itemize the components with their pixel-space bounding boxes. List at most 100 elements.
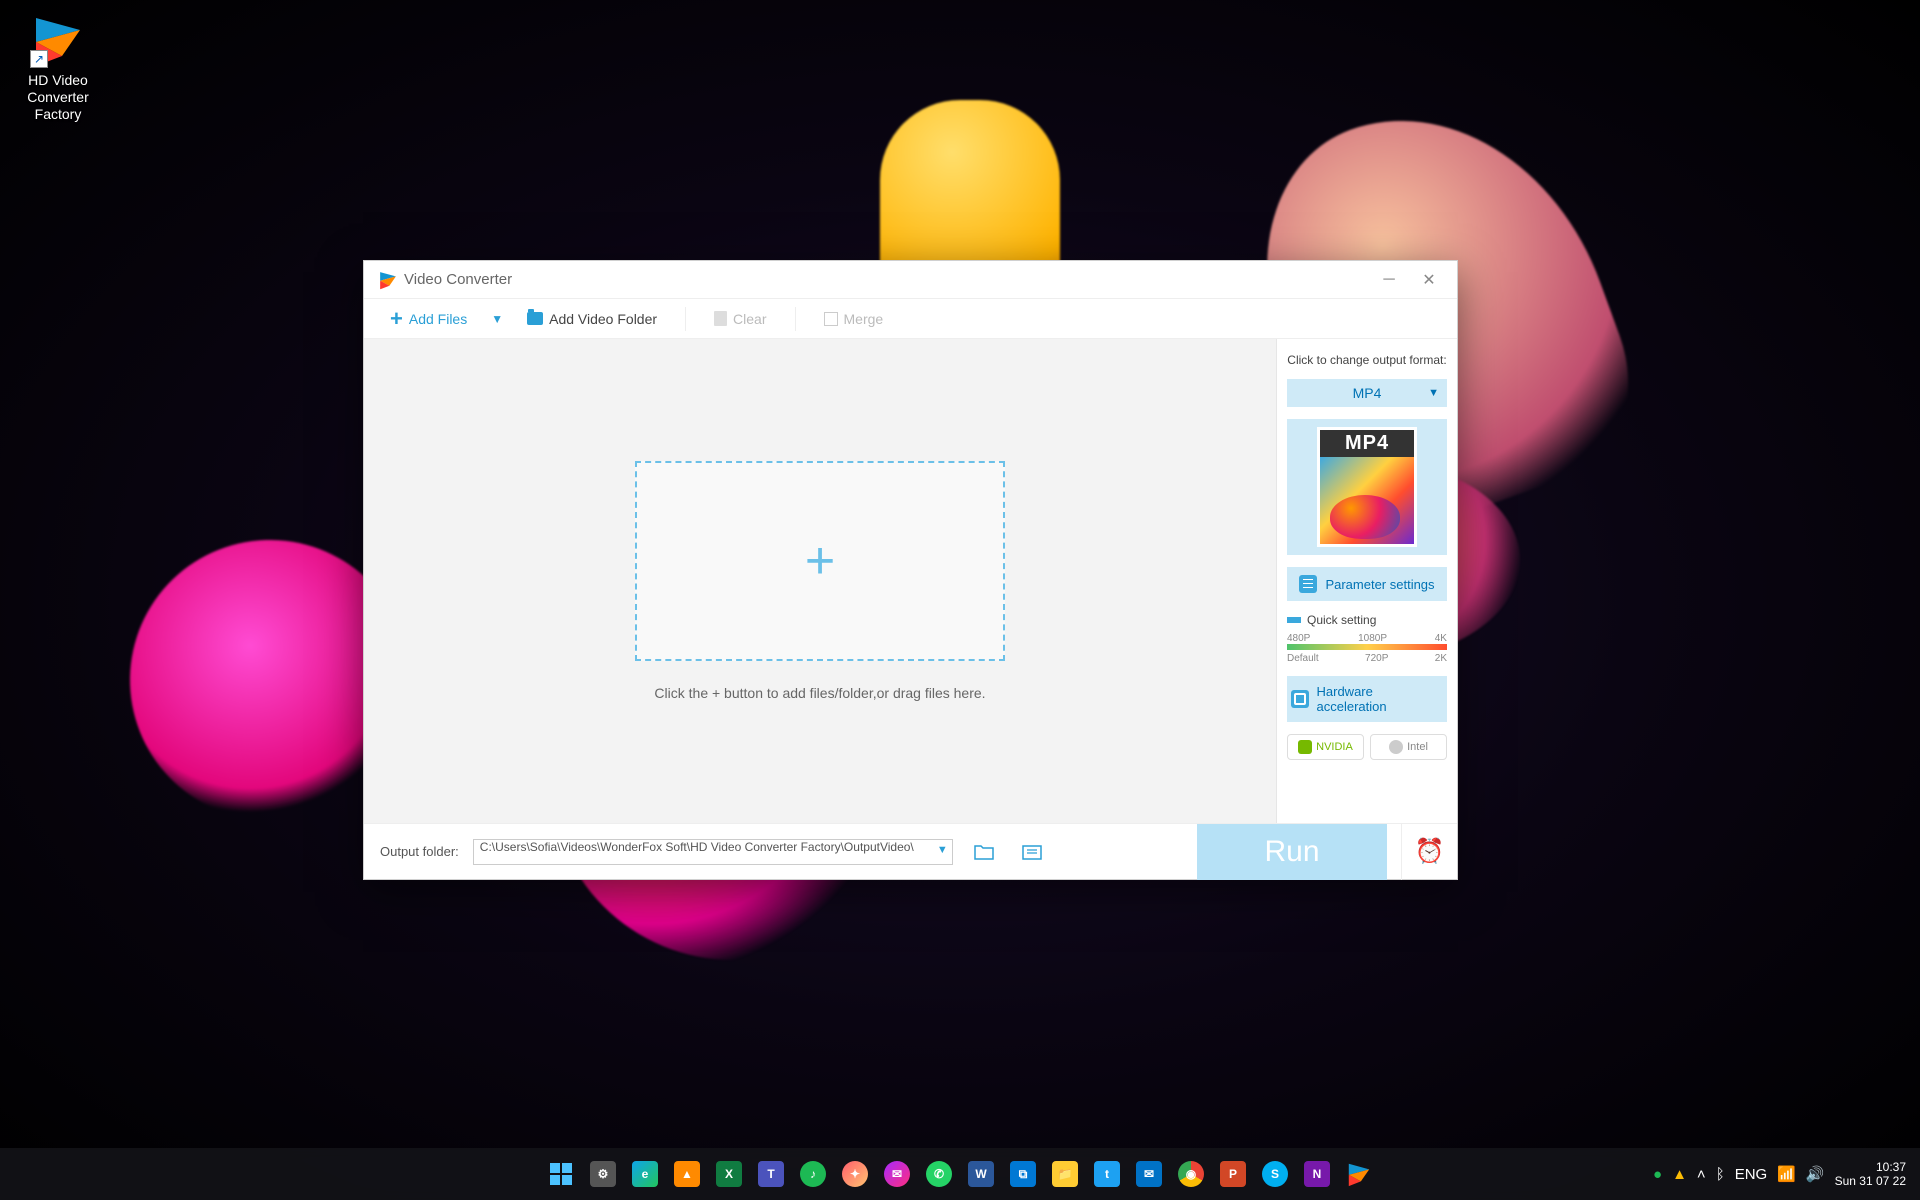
sliders-icon [1299, 575, 1317, 593]
output-folder-label: Output folder: [380, 844, 459, 859]
clear-button[interactable]: Clear [704, 307, 776, 331]
parameter-settings-label: Parameter settings [1325, 577, 1434, 592]
plus-icon: + [805, 531, 835, 591]
add-folder-label: Add Video Folder [549, 311, 657, 327]
tray-language[interactable]: ENG [1735, 1166, 1768, 1183]
merge-icon [824, 312, 838, 326]
app-logo-icon: ↗ [30, 12, 86, 68]
hardware-acceleration-button[interactable]: Hardware acceleration [1287, 676, 1447, 722]
plus-icon: + [390, 308, 403, 330]
taskbar-center: ⚙ e ▲ X T ♪ ✦ ✉ ✆ W ⧉ 📁 t ✉ ◉ P S N [543, 1156, 1377, 1192]
tray-clock[interactable]: 10:37 Sun 31 07 22 [1835, 1160, 1906, 1189]
tray-volume-icon[interactable]: 🔊 [1806, 1165, 1825, 1183]
tick-label: 720P [1365, 653, 1388, 664]
format-badge: MP4 [1320, 430, 1414, 457]
format-preview-image [1320, 457, 1414, 544]
taskbar-onenote-icon[interactable]: N [1299, 1156, 1335, 1192]
quick-setting-label: Quick setting [1287, 613, 1447, 627]
chip-icon [1291, 690, 1309, 708]
tray-date: Sun 31 07 22 [1835, 1174, 1906, 1188]
taskbar-whatsapp-icon[interactable]: ✆ [921, 1156, 957, 1192]
alarm-clock-icon: ⏰ [1415, 837, 1445, 866]
output-format-label: Click to change output format: [1287, 353, 1447, 367]
taskbar-video-converter-icon[interactable] [1341, 1156, 1377, 1192]
sidebar: Click to change output format: MP4 ▼ MP4… [1277, 339, 1457, 823]
tick-label: Default [1287, 653, 1319, 664]
tick-label: 2K [1435, 653, 1447, 664]
taskbar-settings-icon[interactable]: ⚙ [585, 1156, 621, 1192]
window-title: Video Converter [404, 271, 512, 288]
quick-setting: Quick setting 480P 1080P 4K Default 720P… [1287, 613, 1447, 664]
merge-button[interactable]: Merge [814, 307, 894, 331]
output-format-thumbnail[interactable]: MP4 [1287, 419, 1447, 555]
tick-label: 480P [1287, 633, 1310, 644]
gpu-intel-chip[interactable]: Intel [1370, 734, 1447, 760]
dropzone-hint: Click the + button to add files/folder,o… [654, 685, 985, 701]
taskbar-spotify-icon[interactable]: ♪ [795, 1156, 831, 1192]
tick-label: 1080P [1358, 633, 1387, 644]
schedule-button[interactable]: ⏰ [1401, 824, 1457, 880]
output-format-dropdown[interactable]: MP4 ▼ [1287, 379, 1447, 407]
minimize-button[interactable]: ─ [1369, 265, 1409, 295]
add-files-label: Add Files [409, 311, 467, 327]
taskbar-excel-icon[interactable]: X [711, 1156, 747, 1192]
start-button[interactable] [543, 1156, 579, 1192]
gpu-intel-label: Intel [1407, 741, 1428, 753]
taskbar-store-icon[interactable]: ⧉ [1005, 1156, 1041, 1192]
bottom-bar: Output folder: C:\Users\Sofia\Videos\Won… [364, 823, 1457, 879]
tray-bluetooth-icon[interactable]: ᛒ [1716, 1166, 1725, 1183]
tray-wifi-icon[interactable]: 📶 [1777, 1165, 1796, 1183]
dropzone[interactable]: + [635, 461, 1005, 661]
intel-icon [1389, 740, 1403, 754]
nvidia-icon [1298, 740, 1312, 754]
hw-accel-label: Hardware acceleration [1317, 684, 1444, 714]
run-label: Run [1264, 835, 1319, 869]
system-tray: ● ▲ ˄ ᛒ ENG 📶 🔊 10:37 Sun 31 07 22 [1639, 1160, 1920, 1189]
trash-icon [714, 311, 727, 326]
taskbar-explorer-icon[interactable]: 📁 [1047, 1156, 1083, 1192]
open-output-folder-button[interactable] [1015, 838, 1049, 866]
merge-label: Merge [844, 311, 884, 327]
parameter-settings-button[interactable]: Parameter settings [1287, 567, 1447, 601]
taskbar-teams-icon[interactable]: T [753, 1156, 789, 1192]
taskbar-mail-icon[interactable]: ✉ [1131, 1156, 1167, 1192]
main-drop-area: + Click the + button to add files/folder… [364, 339, 1277, 823]
taskbar: ⚙ e ▲ X T ♪ ✦ ✉ ✆ W ⧉ 📁 t ✉ ◉ P S N ● ▲ … [0, 1148, 1920, 1200]
tick-label: 4K [1435, 633, 1447, 644]
tray-drive-icon[interactable]: ▲ [1672, 1166, 1687, 1183]
tray-chevron-up-icon[interactable]: ˄ [1697, 1166, 1706, 1183]
video-converter-window: Video Converter ─ ✕ + Add Files ▼ Add Vi… [363, 260, 1458, 880]
run-button[interactable]: Run [1197, 824, 1387, 880]
taskbar-twitter-icon[interactable]: t [1089, 1156, 1125, 1192]
tray-time: 10:37 [1835, 1160, 1906, 1174]
taskbar-vlc-icon[interactable]: ▲ [669, 1156, 705, 1192]
chevron-down-icon: ▼ [1428, 387, 1439, 399]
taskbar-word-icon[interactable]: W [963, 1156, 999, 1192]
add-video-folder-button[interactable]: Add Video Folder [517, 307, 667, 331]
output-folder-value: C:\Users\Sofia\Videos\WonderFox Soft\HD … [480, 840, 914, 854]
desktop-shortcut-hd-video-converter[interactable]: ↗ HD Video Converter Factory [8, 12, 108, 122]
folder-icon [527, 312, 543, 325]
titlebar: Video Converter ─ ✕ [364, 261, 1457, 299]
gpu-nvidia-chip[interactable]: NVIDIA [1287, 734, 1364, 760]
taskbar-copilot-icon[interactable]: ✦ [837, 1156, 873, 1192]
add-files-button[interactable]: + Add Files ▼ [380, 304, 513, 334]
chevron-down-icon: ▼ [491, 312, 503, 326]
chevron-down-icon: ▼ [937, 844, 948, 856]
desktop-shortcut-label: HD Video Converter Factory [8, 72, 108, 122]
toolbar: + Add Files ▼ Add Video Folder Clear Mer… [364, 299, 1457, 339]
taskbar-messenger-icon[interactable]: ✉ [879, 1156, 915, 1192]
close-button[interactable]: ✕ [1409, 265, 1449, 295]
taskbar-skype-icon[interactable]: S [1257, 1156, 1293, 1192]
clear-label: Clear [733, 311, 766, 327]
quality-slider[interactable] [1287, 644, 1447, 650]
output-folder-path[interactable]: C:\Users\Sofia\Videos\WonderFox Soft\HD … [473, 839, 953, 865]
tray-spotify-icon[interactable]: ● [1653, 1166, 1662, 1183]
output-format-value: MP4 [1353, 385, 1382, 401]
taskbar-chrome-icon[interactable]: ◉ [1173, 1156, 1209, 1192]
taskbar-powerpoint-icon[interactable]: P [1215, 1156, 1251, 1192]
browse-folder-button[interactable] [967, 838, 1001, 866]
gpu-nvidia-label: NVIDIA [1316, 741, 1353, 753]
taskbar-edge-icon[interactable]: e [627, 1156, 663, 1192]
app-logo-icon [378, 270, 398, 290]
